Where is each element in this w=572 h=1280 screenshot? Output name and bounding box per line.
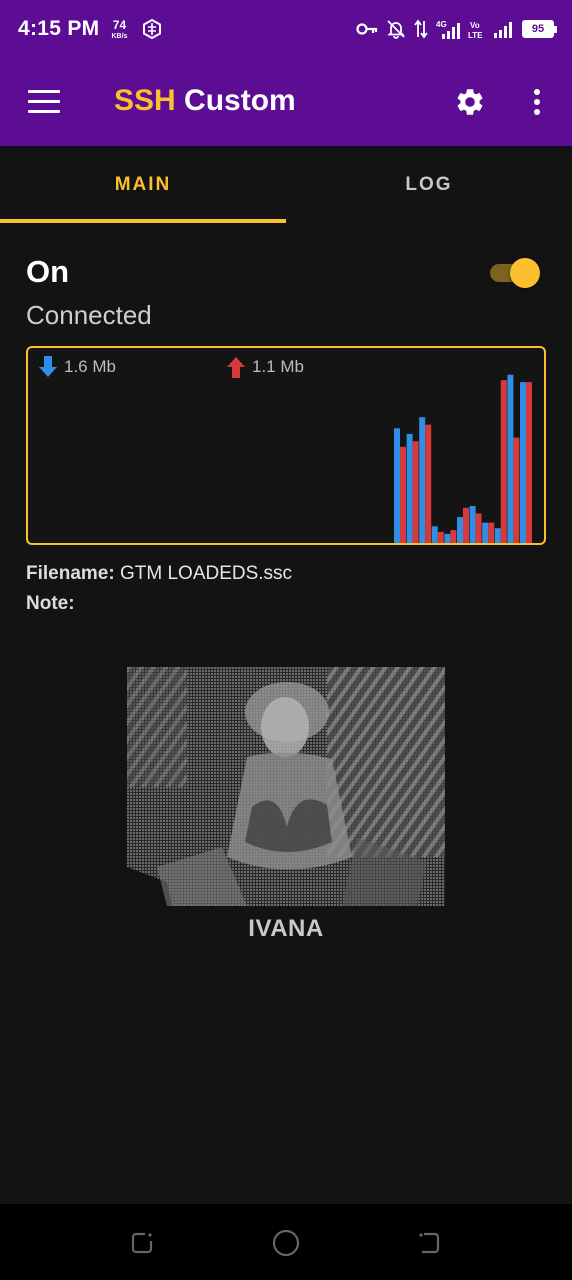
download-bar-6	[469, 506, 476, 543]
menu-icon[interactable]	[28, 90, 60, 114]
filename-label: Filename:	[26, 563, 115, 584]
upload-bar-3	[437, 531, 444, 543]
upload-bar-8	[500, 380, 507, 543]
note-row: Note:	[26, 593, 75, 615]
upload-bar-6	[475, 513, 482, 543]
toggle-thumb	[510, 258, 540, 288]
svg-text:LTE: LTE	[468, 31, 483, 39]
connection-state: On	[26, 254, 70, 289]
filename-row: Filename: GTM LOADEDS.ssc	[26, 563, 292, 585]
app-title: SSH Custom	[114, 84, 296, 117]
back-icon[interactable]	[414, 1228, 444, 1258]
upload-bar-5	[463, 507, 469, 543]
data-transfer-icon	[414, 19, 428, 39]
vpn-key-icon	[356, 23, 378, 35]
download-total: 1.6 Mb	[64, 357, 116, 376]
gear-icon[interactable]	[454, 86, 486, 118]
note-label: Note:	[26, 593, 75, 614]
banner-caption: IVANA	[248, 915, 324, 942]
download-bar-0	[394, 428, 400, 543]
download-bar-7	[482, 522, 489, 543]
status-bar: 4:15 PM 74 KB/s 4G Vo LTE 95	[0, 0, 572, 58]
more-vert-icon[interactable]	[527, 87, 547, 117]
connection-toggle[interactable]	[488, 258, 544, 288]
download-bar-1	[406, 433, 413, 543]
banner-image	[127, 667, 445, 906]
filename-value: GTM LOADEDS.ssc	[119, 563, 293, 584]
upload-bar-1	[412, 441, 419, 543]
tab-log[interactable]: LOG	[286, 146, 572, 224]
download-bar-2	[419, 417, 426, 543]
upload-bar-7	[488, 522, 495, 543]
upload-bar-10	[526, 382, 532, 543]
upload-legend: 1.1 Mb	[226, 356, 304, 378]
home-icon[interactable]	[271, 1228, 301, 1258]
traffic-graph: 1.6 Mb 1.1 Mb	[26, 346, 546, 545]
upload-bar-9	[513, 437, 520, 543]
upload-bar-0	[400, 446, 406, 543]
download-bar-3	[431, 526, 438, 543]
connection-status: Connected	[26, 300, 152, 330]
network-speed: 74 KB/s	[111, 17, 128, 40]
upload-arrow-icon	[227, 357, 245, 378]
upload-bar-4	[450, 530, 457, 543]
active-tab-indicator	[0, 219, 286, 223]
notifications-off-icon	[387, 20, 405, 39]
app-bar: SSH Custom	[0, 58, 572, 146]
system-nav-bar	[0, 1204, 572, 1280]
download-bar-9	[507, 374, 514, 543]
recent-apps-icon[interactable]	[128, 1228, 158, 1258]
upload-bar-2	[425, 424, 432, 543]
svg-text:Vo: Vo	[470, 21, 480, 30]
volte-icon: Vo LTE	[468, 21, 483, 39]
download-bar-8	[494, 528, 501, 543]
signal-icon	[494, 22, 512, 38]
tab-bar: MAIN LOG	[0, 146, 572, 224]
download-bar-4	[444, 533, 451, 543]
tab-main[interactable]: MAIN	[0, 146, 286, 224]
signal-4g-icon: 4G	[436, 20, 460, 39]
app-notification-icon	[143, 18, 162, 40]
download-bar-10	[520, 382, 526, 543]
download-arrow-icon	[39, 356, 57, 377]
download-legend: 1.6 Mb	[38, 356, 116, 378]
upload-total: 1.1 Mb	[252, 357, 304, 376]
svg-text:4G: 4G	[436, 20, 447, 29]
download-bar-5	[457, 517, 463, 543]
battery-icon: 95	[522, 20, 557, 38]
clock: 4:15 PM	[18, 17, 100, 40]
